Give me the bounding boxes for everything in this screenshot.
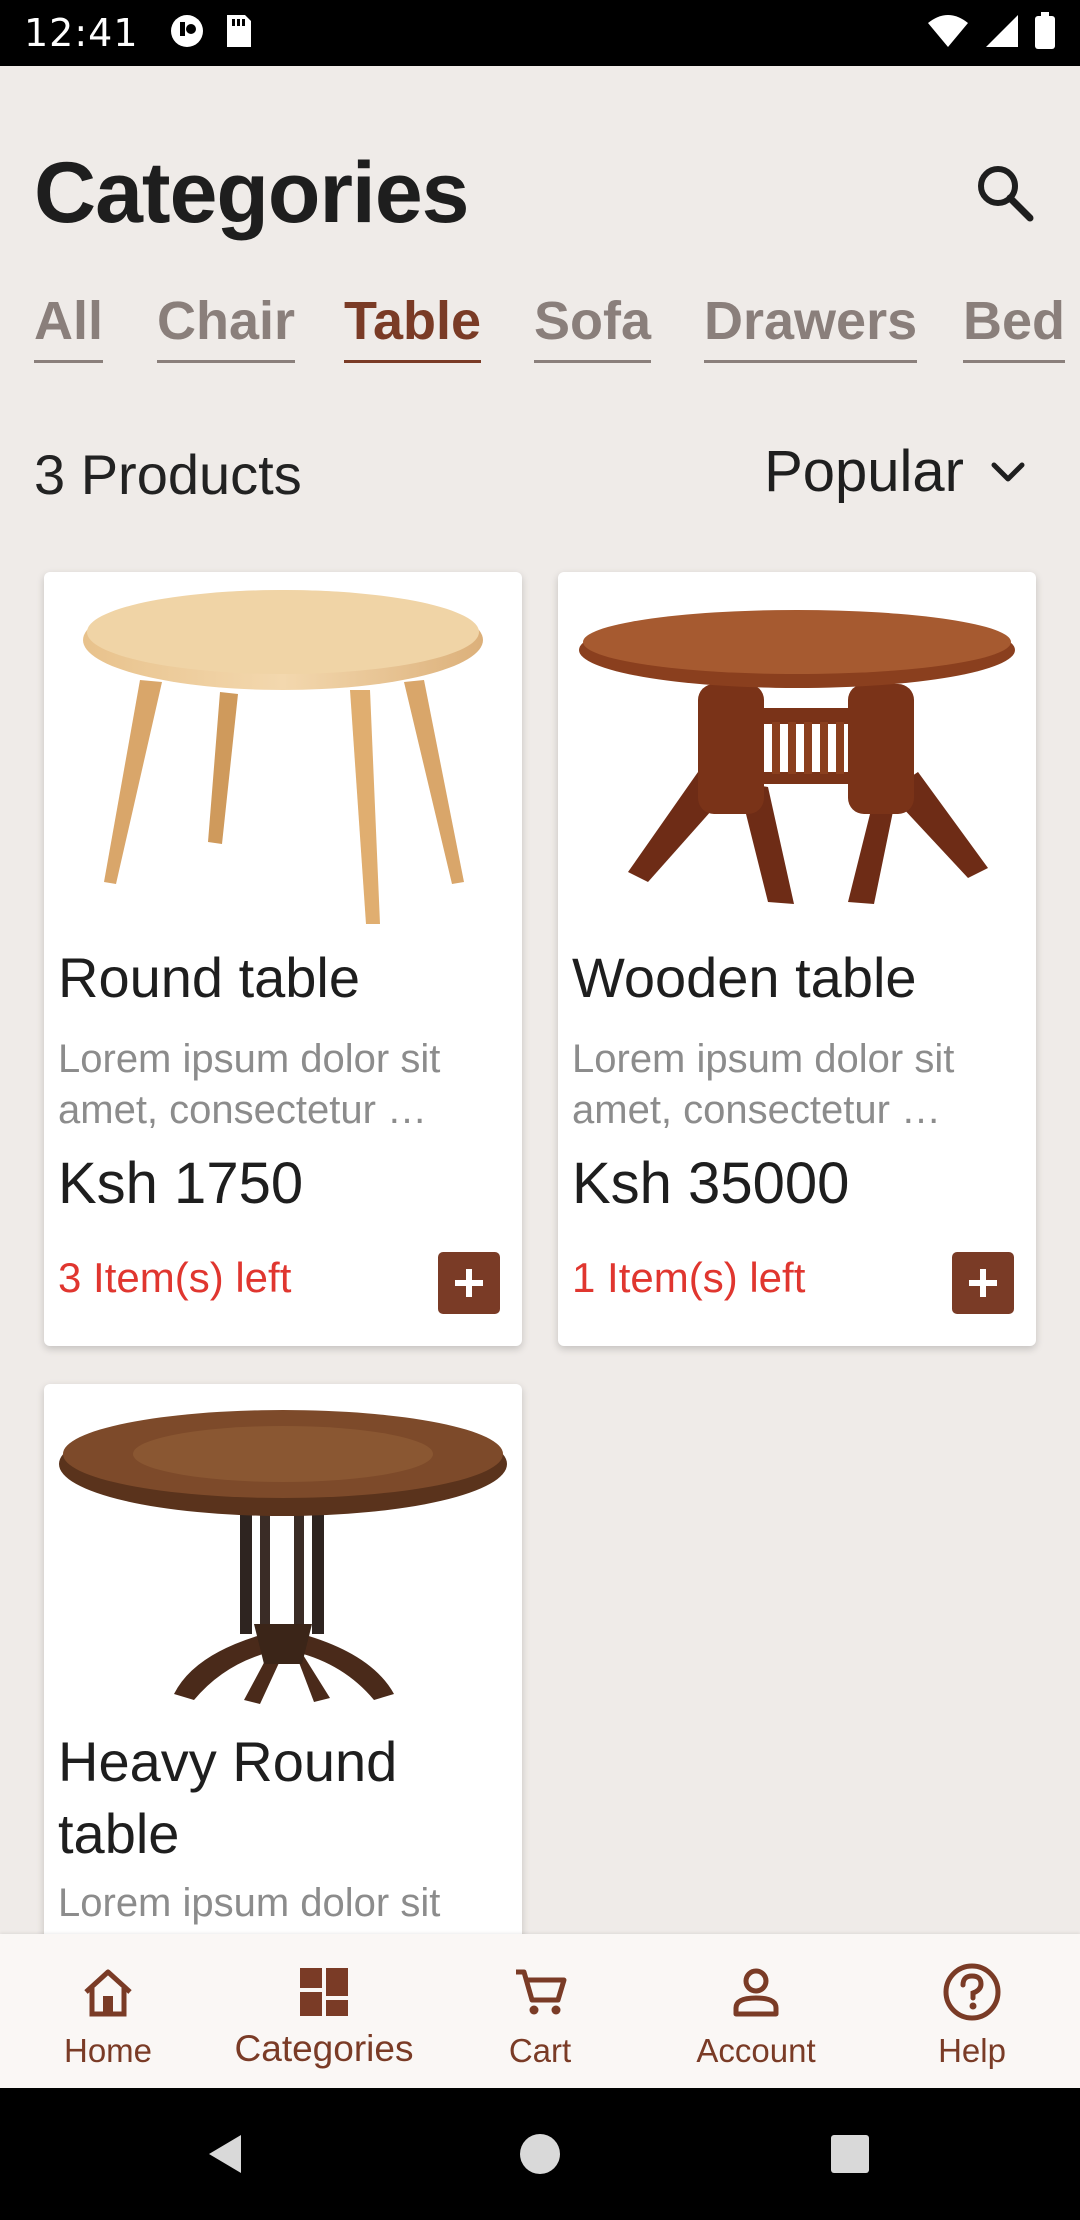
product-price: Ksh 35000 [572,1151,850,1216]
category-tabs: All Chair Table Sofa Drawers Bed [0,290,1080,380]
back-button[interactable] [196,2124,256,2184]
product-title: Round table [58,946,361,1009]
add-to-cart-button[interactable] [438,1252,500,1314]
wifi-icon [926,13,970,54]
grid-icon [300,1968,348,2016]
product-description: Lorem ipsum dolor sit [58,1881,441,1925]
nav-categories[interactable]: Categories [216,1934,432,2088]
product-stock: 1 Item(s) left [572,1254,806,1301]
circle-home-icon [520,2134,560,2174]
status-bar: 12:41 [0,0,1080,66]
product-card[interactable]: Round table Lorem ipsum dolor sit amet, … [44,572,522,1346]
home-icon [84,1969,132,2017]
notification-icon [169,13,205,54]
products-count: 3 Products [34,443,302,506]
nav-home[interactable]: Home [0,1934,216,2088]
bottom-nav: Home Categories Cart Account Help [0,1934,1080,2088]
nav-label: Cart [508,2032,572,2069]
tab-table[interactable]: Table [344,290,482,364]
sort-dropdown[interactable]: Popular [764,438,1030,505]
status-time: 12:41 [24,11,139,55]
product-description: Lorem ipsum dolor sit amet, consectetur … [572,1037,955,1133]
nav-label: Help [938,2032,1006,2069]
recents-button[interactable] [820,2124,880,2184]
nav-label: Account [696,2032,816,2069]
product-card[interactable]: Heavy Round table Lorem ipsum dolor sit [44,1384,522,2004]
system-nav-bar [0,2088,1080,2220]
back-icon [209,2135,241,2173]
help-icon [943,1963,1001,2021]
tab-all[interactable]: All [34,290,104,364]
header: Categories [0,66,1080,266]
add-to-cart-button[interactable] [952,1252,1014,1314]
square-recents-icon [831,2135,869,2173]
sort-label: Popular [764,439,964,504]
home-system-button[interactable] [510,2124,570,2184]
product-price: Ksh 1750 [58,1151,304,1216]
product-stock: 3 Item(s) left [58,1254,292,1301]
plus-icon [455,1269,483,1297]
nav-label: Home [63,2032,153,2069]
search-icon [978,166,1034,222]
product-image [558,572,1036,932]
page-title: Categories [34,145,469,241]
product-card[interactable]: Wooden table Lorem ipsum dolor sit amet,… [558,572,1036,1346]
plus-icon [969,1269,997,1297]
cart-icon [516,1969,567,2015]
product-title: Heavy Round table [58,1730,398,1865]
tab-sofa[interactable]: Sofa [534,290,652,364]
tab-drawers[interactable]: Drawers [704,290,918,364]
nav-account[interactable]: Account [648,1934,864,2088]
product-description: Lorem ipsum dolor sit amet, consectetur … [58,1037,441,1133]
signal-icon [984,13,1020,54]
product-image [44,1384,522,1724]
chevron-down-icon [991,462,1025,481]
tab-chair[interactable]: Chair [157,290,296,364]
nav-cart[interactable]: Cart [432,1934,648,2088]
product-image [44,572,522,932]
battery-icon [1034,11,1056,55]
tab-bed[interactable]: Bed [963,290,1066,364]
product-title: Wooden table [572,946,917,1009]
search-button[interactable] [966,154,1042,230]
nav-help[interactable]: Help [864,1934,1080,2088]
nav-label: Categories [234,2028,414,2069]
sd-card-icon [223,13,253,54]
person-icon [733,1968,779,2017]
